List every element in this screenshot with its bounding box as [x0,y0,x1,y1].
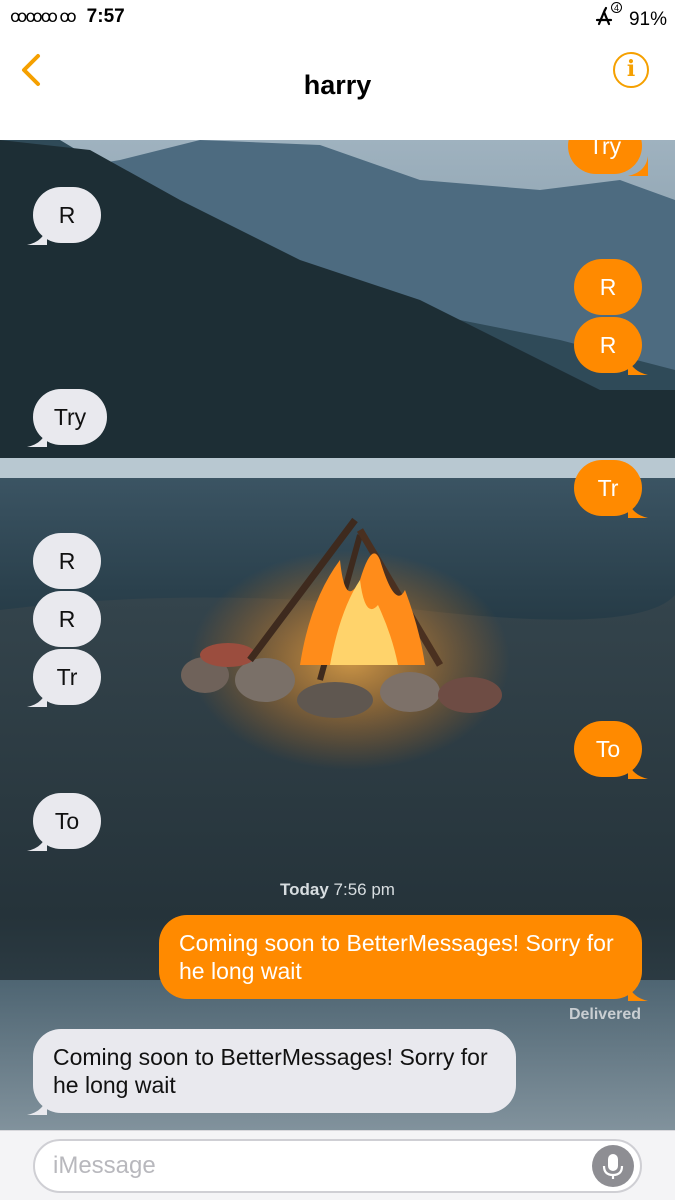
message-outgoing[interactable]: Tr [574,460,648,518]
message-text: To [54,808,80,834]
message-text: Coming soon to BetterMessages! Sorry for… [179,930,614,984]
battery-level: 91% [628,9,667,30]
carrier-icon: ꝏꝏꝏ ꝏ [10,7,77,27]
microphone-icon [602,1154,624,1179]
message-text: R [599,274,617,300]
message-input[interactable] [53,1151,573,1181]
bubble-tail [628,355,648,375]
message-text: Coming soon to BetterMessages! Sorry for… [53,1044,488,1098]
nav-bar: harry i [0,36,675,140]
bubble-tail [628,498,648,518]
conversation-view[interactable]: Try R R R Try Tr R R Tr To To Today 7:56… [0,140,675,1130]
message-text: R [58,548,76,574]
message-incoming[interactable]: R [27,187,101,245]
message-incoming[interactable]: To [27,793,101,851]
delivered-status: Delivered [568,1006,641,1023]
status-bar: ꝏꝏꝏ ꝏ 7:57 4 91% [0,0,675,36]
carrier-info: ꝏꝏꝏ ꝏ 7:57 [10,6,125,28]
message-incoming[interactable]: R [33,533,101,589]
timestamp-time: 7:56 pm [333,880,395,899]
app-store-icon: 4 [593,2,622,34]
bubble-tail [27,225,47,245]
message-incoming[interactable]: Coming soon to BetterMessages! Sorry for… [27,1029,516,1115]
timestamp-day: Today [280,880,329,899]
message-text: Try [53,404,87,430]
message-text: Tr [56,664,78,690]
message-timestamp: Today 7:56 pm [0,880,675,900]
message-incoming[interactable]: R [33,591,101,647]
status-time: 7:57 [86,6,125,27]
app-badge: 4 [610,2,622,13]
info-icon[interactable]: i [613,52,649,88]
message-text: R [58,202,76,228]
message-outgoing[interactable]: R [574,259,642,315]
message-text: To [595,736,621,762]
message-incoming[interactable]: Try [27,389,107,447]
message-outgoing[interactable]: Coming soon to BetterMessages! Sorry for… [159,915,648,1001]
message-text: R [58,606,76,632]
bubble-tail [27,1095,47,1115]
bubble-tail [628,156,648,176]
microphone-button[interactable] [592,1145,634,1187]
message-outgoing[interactable]: Try [568,140,648,176]
status-right: 4 91% [593,2,667,34]
compose-bar [0,1130,675,1200]
message-text: R [599,332,617,358]
message-text: Try [588,140,622,159]
bubble-tail [27,831,47,851]
message-outgoing[interactable]: To [574,721,648,779]
bubble-tail [27,427,47,447]
bubble-tail [628,981,648,1001]
message-incoming[interactable]: Tr [27,649,101,707]
message-text: Tr [597,475,619,501]
bubble-tail [27,687,47,707]
message-input-container[interactable] [33,1139,642,1193]
message-outgoing[interactable]: R [574,317,648,375]
contact-name[interactable]: harry [0,70,675,101]
bubble-tail [628,759,648,779]
